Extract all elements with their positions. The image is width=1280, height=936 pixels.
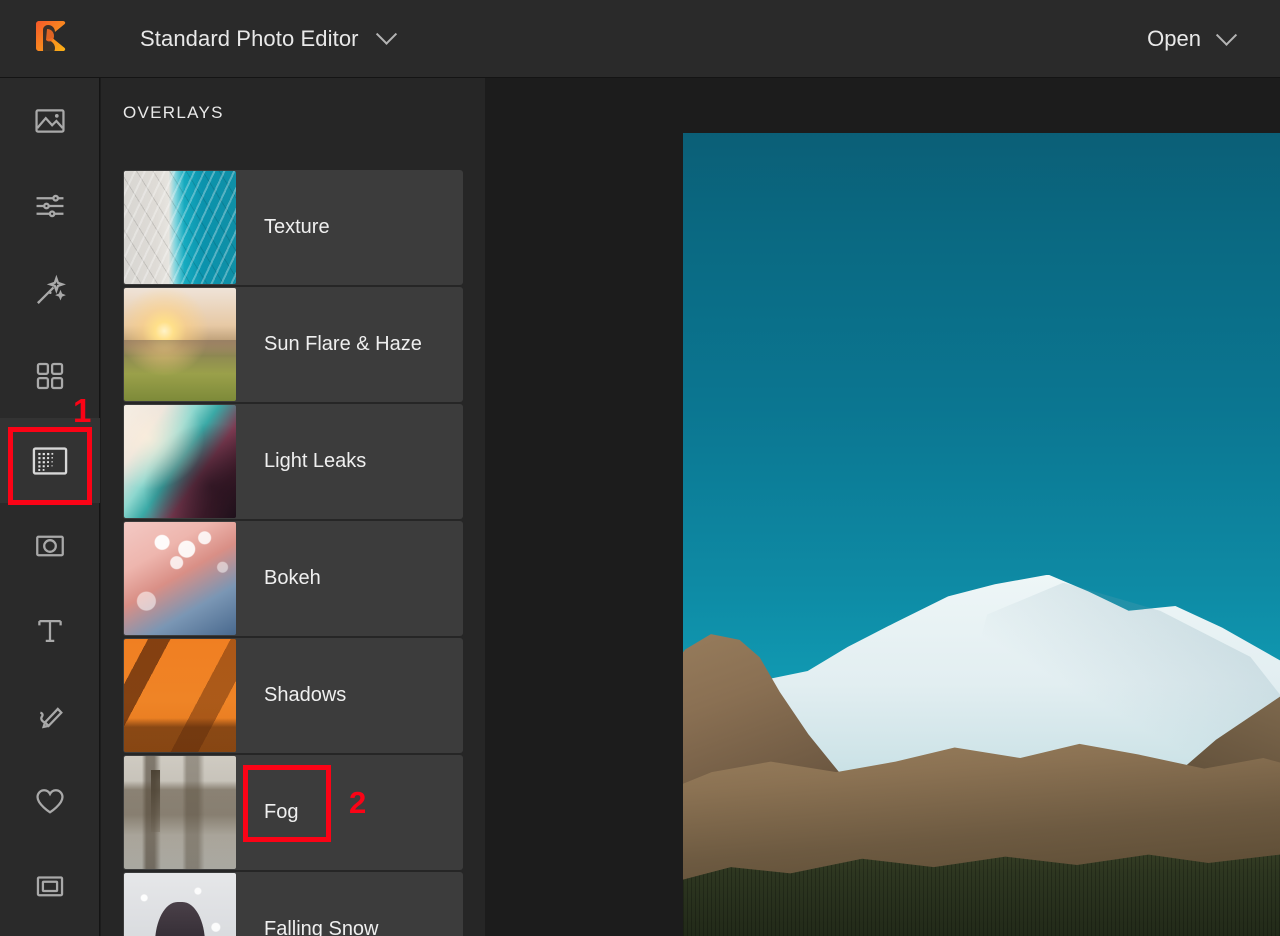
app-logo[interactable] <box>0 0 100 78</box>
circle-in-rectangle-icon <box>33 529 67 563</box>
sidebar-item-touch-up[interactable] <box>0 248 100 333</box>
overlay-thumbnail <box>124 639 236 752</box>
overlay-thumbnail <box>124 756 236 869</box>
sliders-icon <box>33 189 67 223</box>
panel-item-texture[interactable]: Texture <box>123 170 463 285</box>
chevron-down-icon <box>375 24 396 45</box>
sidebar-item-graphics[interactable] <box>0 758 100 843</box>
overlays-panel: OVERLAYS Texture Sun Flare & Haze Light … <box>101 78 485 936</box>
panel-item-bokeh[interactable]: Bokeh <box>123 521 463 636</box>
top-bar: Standard Photo Editor Open <box>0 0 1280 78</box>
square-frame-icon <box>33 869 67 903</box>
text-t-icon <box>33 614 67 648</box>
photo-preview <box>683 133 1280 936</box>
sidebar-item-text[interactable] <box>0 588 100 673</box>
magic-wand-icon <box>33 274 67 308</box>
editor-canvas[interactable] <box>485 78 1280 936</box>
panel-item-shadows[interactable]: Shadows <box>123 638 463 753</box>
list-item-label: Shadows <box>264 684 346 707</box>
halftone-rectangle-icon <box>31 444 69 478</box>
heart-icon <box>33 784 67 818</box>
list-item-label: Texture <box>264 216 330 239</box>
overlay-category-list: Texture Sun Flare & Haze Light Leaks Bok… <box>123 170 463 936</box>
overlay-thumbnail <box>124 522 236 635</box>
panel-title: OVERLAYS <box>123 103 224 123</box>
app-title-dropdown[interactable]: Standard Photo Editor <box>140 26 394 52</box>
sidebar-item-templates[interactable] <box>0 843 100 928</box>
panel-item-falling-snow[interactable]: Falling Snow <box>123 872 463 936</box>
sidebar-item-frames[interactable] <box>0 503 100 588</box>
list-item-label: Bokeh <box>264 567 321 590</box>
overlay-thumbnail <box>124 405 236 518</box>
befunky-logo-icon <box>30 19 70 59</box>
overlay-thumbnail <box>124 171 236 284</box>
sidebar-item-effects[interactable] <box>0 333 100 418</box>
page-title: Standard Photo Editor <box>140 26 359 52</box>
grid-squares-icon <box>33 359 67 393</box>
panel-item-fog[interactable]: Fog <box>123 755 463 870</box>
image-icon <box>33 104 67 138</box>
list-item-label: Falling Snow <box>264 918 379 936</box>
open-button[interactable]: Open <box>1147 0 1234 78</box>
overlay-thumbnail <box>124 873 236 936</box>
tool-rail <box>0 78 100 936</box>
sidebar-item-draw[interactable] <box>0 673 100 758</box>
sidebar-item-overlays[interactable] <box>0 418 100 503</box>
pencil-icon <box>33 699 67 733</box>
panel-item-sun-flare-haze[interactable]: Sun Flare & Haze <box>123 287 463 402</box>
photo-editor-app: Standard Photo Editor Open <box>0 0 1280 936</box>
list-item-label: Sun Flare & Haze <box>264 333 422 356</box>
list-item-label: Fog <box>264 801 298 824</box>
sidebar-item-photo[interactable] <box>0 78 100 163</box>
overlay-thumbnail <box>124 288 236 401</box>
open-button-label: Open <box>1147 26 1201 52</box>
chevron-down-icon <box>1216 24 1237 45</box>
list-item-label: Light Leaks <box>264 450 366 473</box>
panel-item-light-leaks[interactable]: Light Leaks <box>123 404 463 519</box>
sidebar-item-edit[interactable] <box>0 163 100 248</box>
